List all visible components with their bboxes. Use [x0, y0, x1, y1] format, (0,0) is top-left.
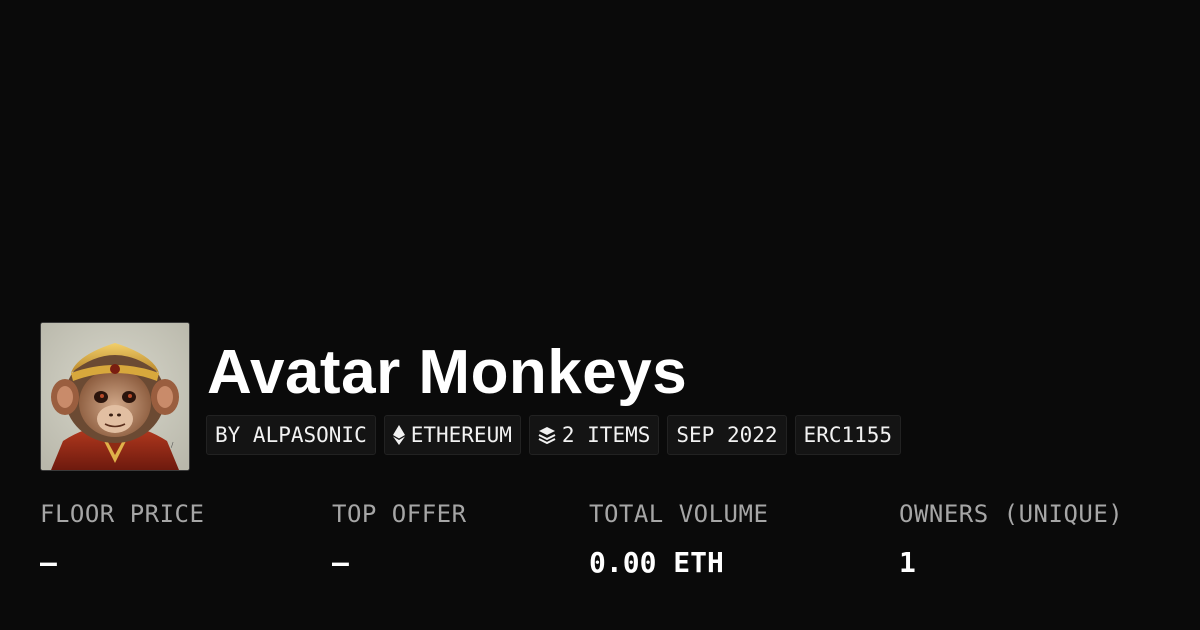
collection-title: Avatar Monkeys [207, 338, 688, 407]
collection-badges: BY ALPASONIC ETHEREUM 2 ITEMS SEP 2022 E… [206, 415, 902, 455]
top-offer-label: TOP OFFER [332, 500, 467, 528]
standard-badge: ERC1155 [794, 415, 902, 455]
layers-icon [538, 426, 556, 444]
floor-price-value: – [40, 546, 57, 579]
date-badge: SEP 2022 [667, 415, 787, 455]
ethereum-icon [392, 425, 405, 445]
total-volume-value: 0.00 ETH [589, 546, 724, 579]
creator-badge-label: BY ALPASONIC [215, 423, 367, 447]
total-volume-stat: TOTAL VOLUME 0.00 ETH [589, 500, 768, 579]
top-offer-stat: TOP OFFER – [332, 500, 467, 579]
collection-avatar[interactable]: / [40, 322, 190, 471]
floor-price-stat: FLOOR PRICE – [40, 500, 204, 579]
owners-value: 1 [899, 546, 916, 579]
top-offer-value: – [332, 546, 349, 579]
collection-card: / Avatar Monkeys BY ALPASONIC ETHEREUM 2… [0, 0, 1200, 630]
owners-label: OWNERS (UNIQUE) [899, 500, 1124, 528]
chain-badge[interactable]: ETHEREUM [383, 415, 521, 455]
owners-stat: OWNERS (UNIQUE) 1 [899, 500, 1123, 579]
monkey-avatar-image: / [41, 323, 189, 470]
items-badge-label: 2 ITEMS [561, 423, 651, 447]
total-volume-label: TOTAL VOLUME [589, 500, 769, 528]
chain-badge-label: ETHEREUM [410, 423, 512, 447]
date-badge-label: SEP 2022 [676, 423, 778, 447]
floor-price-label: FLOOR PRICE [40, 500, 205, 528]
items-badge[interactable]: 2 ITEMS [528, 415, 660, 455]
collection-stats: FLOOR PRICE – TOP OFFER – TOTAL VOLUME 0… [0, 500, 1200, 610]
creator-badge[interactable]: BY ALPASONIC [206, 415, 376, 455]
standard-badge-label: ERC1155 [803, 423, 893, 447]
